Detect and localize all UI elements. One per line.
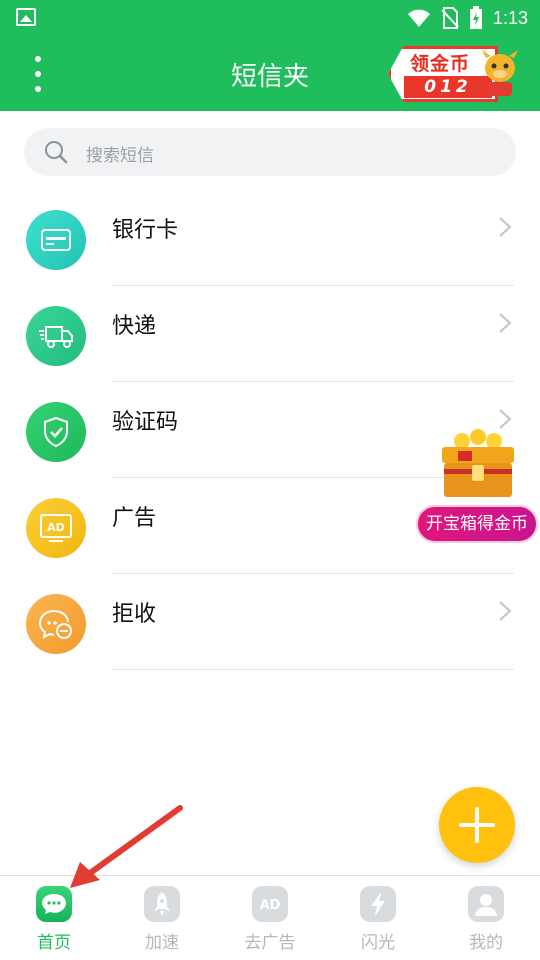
person-icon xyxy=(468,886,504,922)
chevron-right-icon xyxy=(499,217,512,237)
battery-icon xyxy=(469,6,482,29)
svg-text:AD: AD xyxy=(47,521,65,534)
list-item-label: 银行卡 xyxy=(112,218,179,243)
tab-flash[interactable]: 闪光 xyxy=(324,876,432,960)
delivery-icon-circle xyxy=(26,306,86,366)
bottom-tab-bar: 首页 加速 AD 去广告 闪光 我的 xyxy=(0,875,540,960)
search-icon xyxy=(45,141,68,164)
no-sim-icon xyxy=(441,7,459,29)
tab-label: 加速 xyxy=(145,933,179,953)
clock: 1:13 xyxy=(492,7,528,28)
list-item-label: 拒收 xyxy=(112,602,157,627)
lightning-icon xyxy=(360,886,396,922)
tab-accelerate[interactable]: 加速 xyxy=(108,876,216,960)
bank-card-icon-circle xyxy=(26,210,86,270)
coin-badge-label: 领金币 xyxy=(410,53,471,75)
tab-remove-ads[interactable]: AD 去广告 xyxy=(216,876,324,960)
tab-label: 闪光 xyxy=(361,933,395,953)
ads-icon-circle: AD xyxy=(26,498,86,558)
list-item-label: 广告 xyxy=(112,506,157,531)
delivery-truck-icon xyxy=(39,326,73,348)
verification-icon-circle xyxy=(26,402,86,462)
tab-label: 去广告 xyxy=(244,933,296,953)
add-button[interactable] xyxy=(439,787,515,863)
wifi-icon xyxy=(407,9,430,27)
collect-coins-badge[interactable]: 领金币 012 xyxy=(388,46,520,104)
coin-badge-count: 012 xyxy=(404,76,492,98)
chevron-right-icon xyxy=(499,601,512,621)
treasure-chest-promo[interactable]: 开宝箱得金币 xyxy=(416,425,538,547)
rocket-icon xyxy=(144,886,180,922)
list-item-label: 验证码 xyxy=(112,410,179,435)
open-chest-button[interactable]: 开宝箱得金币 xyxy=(416,505,538,543)
ad-icon: AD xyxy=(252,886,288,922)
list-item-label: 快递 xyxy=(112,314,157,339)
tab-label: 我的 xyxy=(469,933,503,953)
blocked-chat-icon xyxy=(38,610,72,639)
shield-check-icon xyxy=(44,416,68,448)
list-item-rejected[interactable]: 拒收 xyxy=(0,574,540,670)
chat-bubble-icon xyxy=(36,886,72,922)
svg-text:AD: AD xyxy=(260,898,281,913)
tab-home[interactable]: 首页 xyxy=(0,876,108,960)
treasure-chest-icon xyxy=(442,429,514,497)
rejected-icon-circle xyxy=(26,594,86,654)
chevron-right-icon xyxy=(499,313,512,333)
list-item-bank-card[interactable]: 银行卡 xyxy=(0,190,540,286)
divider xyxy=(112,669,514,670)
status-bar: 1:13 xyxy=(0,0,540,36)
ox-mascot-icon xyxy=(482,50,518,96)
image-icon xyxy=(16,8,36,26)
search-bar[interactable]: 搜索短信 xyxy=(24,128,516,176)
app-bar: 短信夹 领金币 012 xyxy=(0,36,540,111)
tab-label: 首页 xyxy=(37,933,71,953)
tab-profile[interactable]: 我的 xyxy=(432,876,540,960)
list-item-delivery[interactable]: 快递 xyxy=(0,286,540,382)
bank-card-icon xyxy=(41,229,71,251)
ad-icon: AD xyxy=(40,514,72,542)
search-placeholder: 搜索短信 xyxy=(86,146,154,166)
